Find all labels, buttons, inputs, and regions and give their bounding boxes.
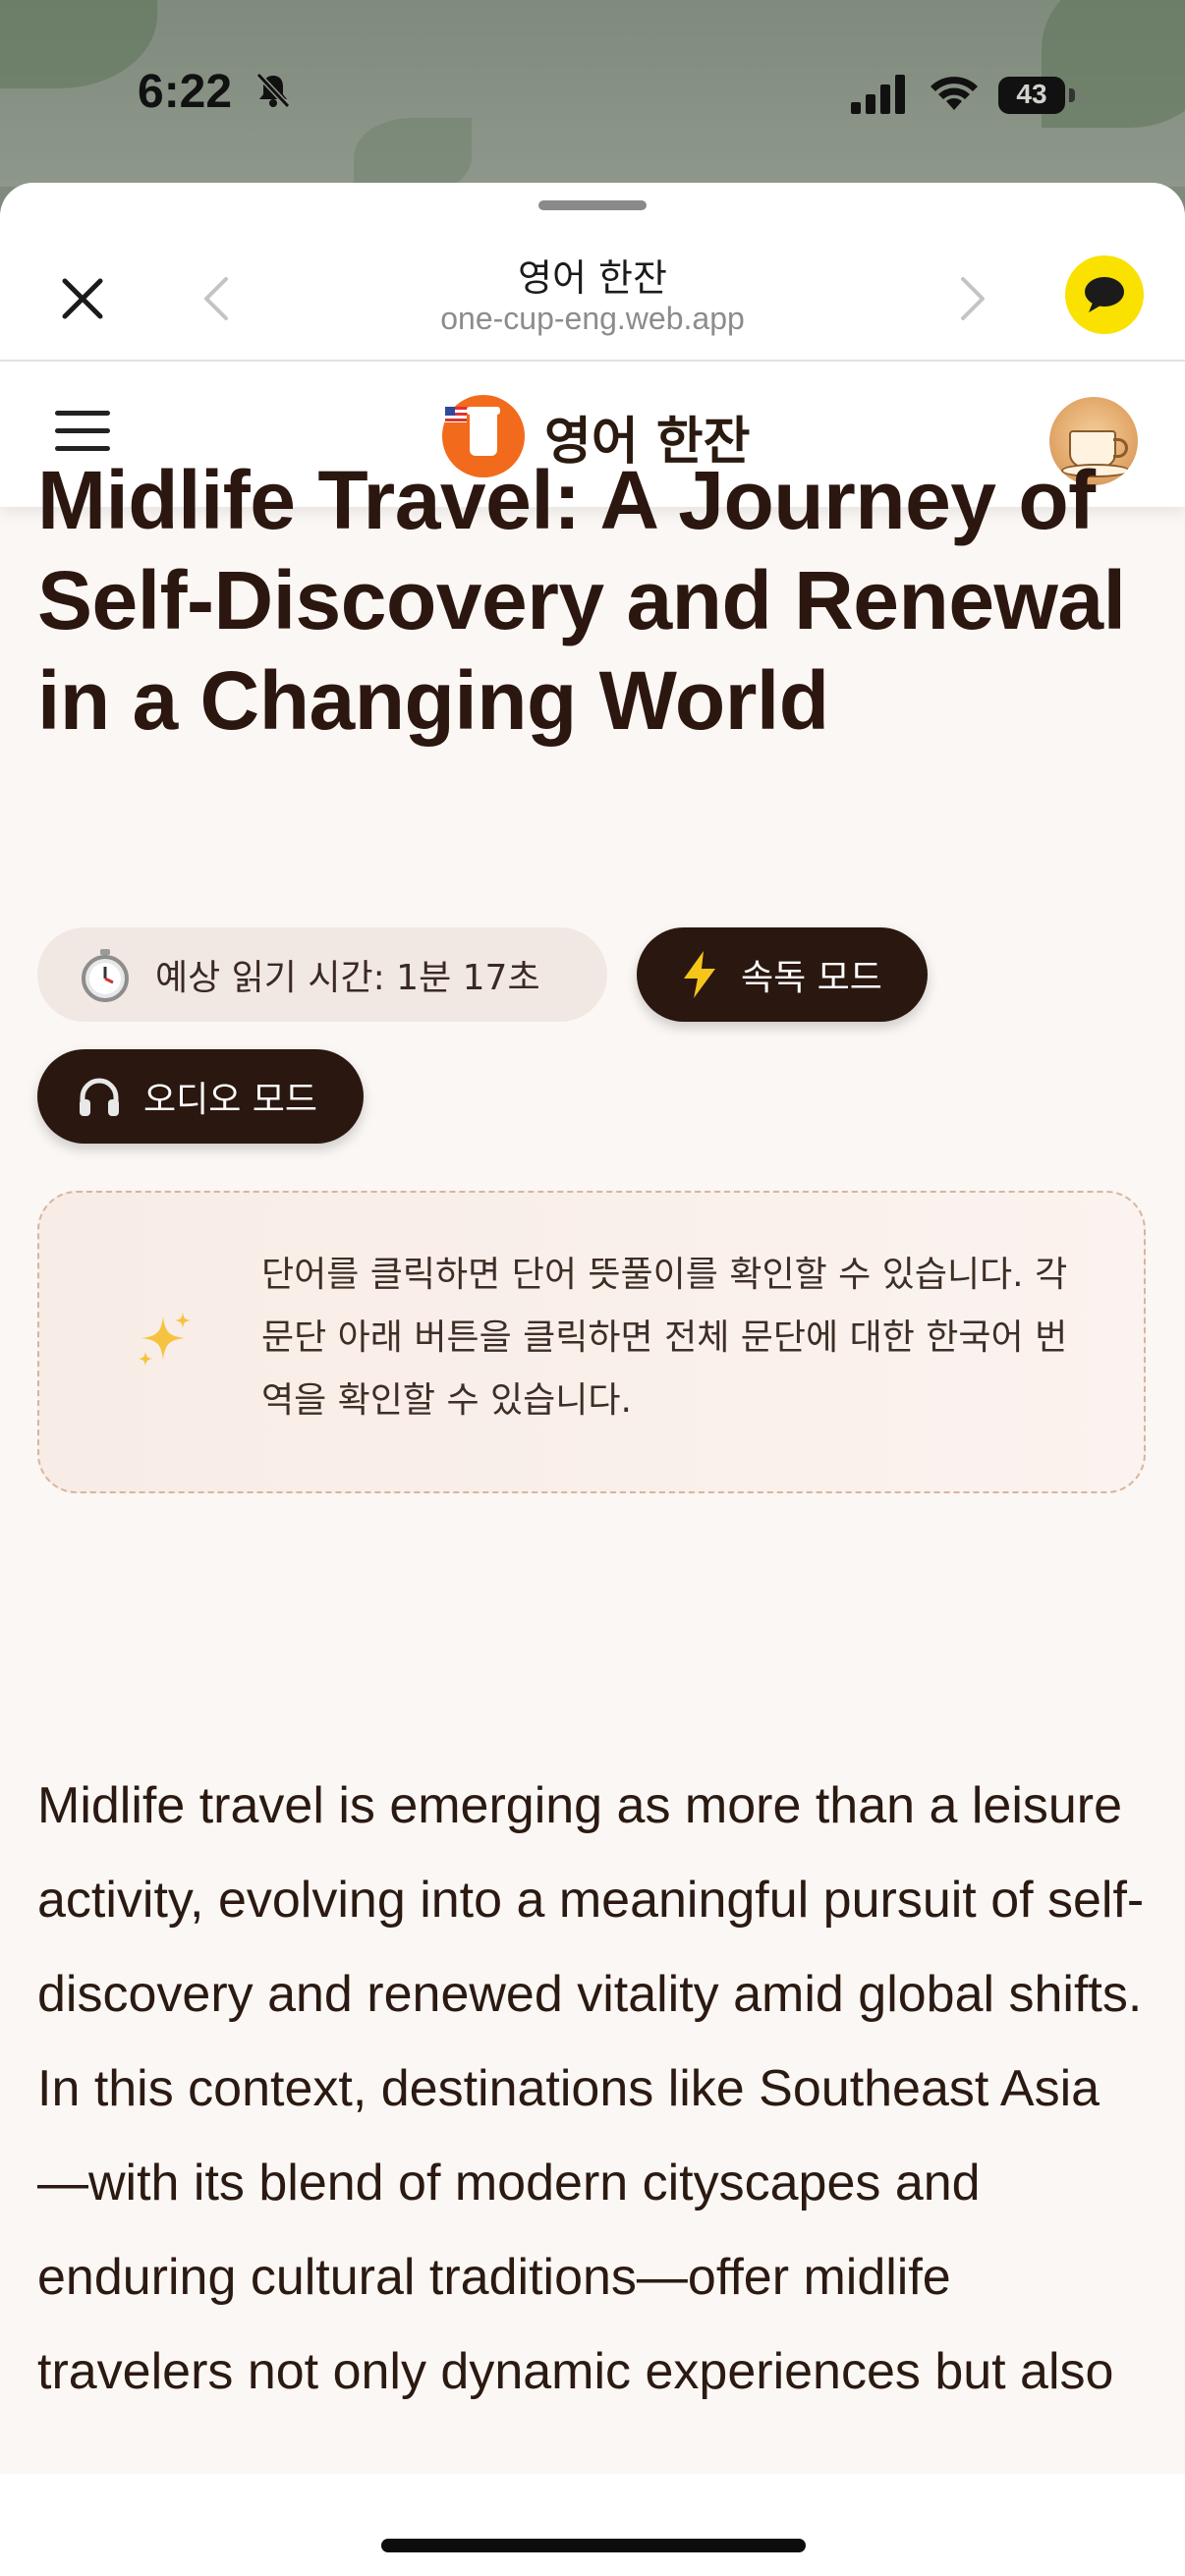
wifi-icon bbox=[931, 77, 978, 110]
lightning-icon bbox=[680, 949, 719, 1000]
background-leaf bbox=[354, 118, 472, 187]
usage-hint-text: 단어를 클릭하면 단어 뜻풀이를 확인할 수 있습니다. 각 문단 아래 버튼을… bbox=[261, 1255, 1068, 1421]
in-app-browser-bar: 영어 한잔 one-cup-eng.web.app bbox=[0, 183, 1185, 362]
article-title: Midlife Travel: A Journey of Self-Discov… bbox=[37, 454, 1126, 747]
headphones-icon bbox=[77, 1074, 122, 1119]
kakao-chat-icon bbox=[1085, 277, 1124, 312]
battery-indicator: 43 bbox=[998, 77, 1077, 116]
home-indicator[interactable] bbox=[381, 2539, 806, 2552]
browser-page-title: 영어 한잔 bbox=[518, 256, 667, 300]
kakao-chat-button[interactable] bbox=[1065, 255, 1144, 334]
browser-url: one-cup-eng.web.app bbox=[440, 301, 745, 336]
background-leaf bbox=[0, 0, 157, 88]
cellular-signal-icon bbox=[851, 75, 905, 114]
battery-level: 43 bbox=[1016, 79, 1047, 109]
speed-reading-mode-label: 속독 모드 bbox=[741, 958, 882, 998]
bell-muted-icon bbox=[255, 72, 291, 109]
hamburger-menu-icon[interactable] bbox=[55, 411, 110, 454]
stopwatch-icon bbox=[77, 946, 134, 1003]
reading-time-badge: 예상 읽기 시간: 1분 17초 bbox=[37, 927, 607, 1022]
audio-mode-label: 오디오 모드 bbox=[143, 1080, 318, 1120]
status-time: 6:22 bbox=[138, 66, 233, 118]
audio-mode-button[interactable]: 오디오 모드 bbox=[37, 1049, 364, 1144]
speed-reading-mode-button[interactable]: 속독 모드 bbox=[637, 927, 928, 1022]
sheet-grabber[interactable] bbox=[538, 200, 647, 210]
reading-time-text: 예상 읽기 시간: 1분 17초 bbox=[155, 958, 540, 998]
home-indicator-area bbox=[0, 2474, 1185, 2576]
sparkles-icon bbox=[139, 1313, 191, 1366]
article-paragraph[interactable]: Midlife travel is emerging as more than … bbox=[37, 1759, 1148, 2419]
chevron-right-icon[interactable] bbox=[953, 273, 992, 324]
usage-hint-box: 단어를 클릭하면 단어 뜻풀이를 확인할 수 있습니다. 각 문단 아래 버튼을… bbox=[37, 1191, 1146, 1493]
status-bar: 6:22 43 bbox=[0, 0, 1185, 187]
